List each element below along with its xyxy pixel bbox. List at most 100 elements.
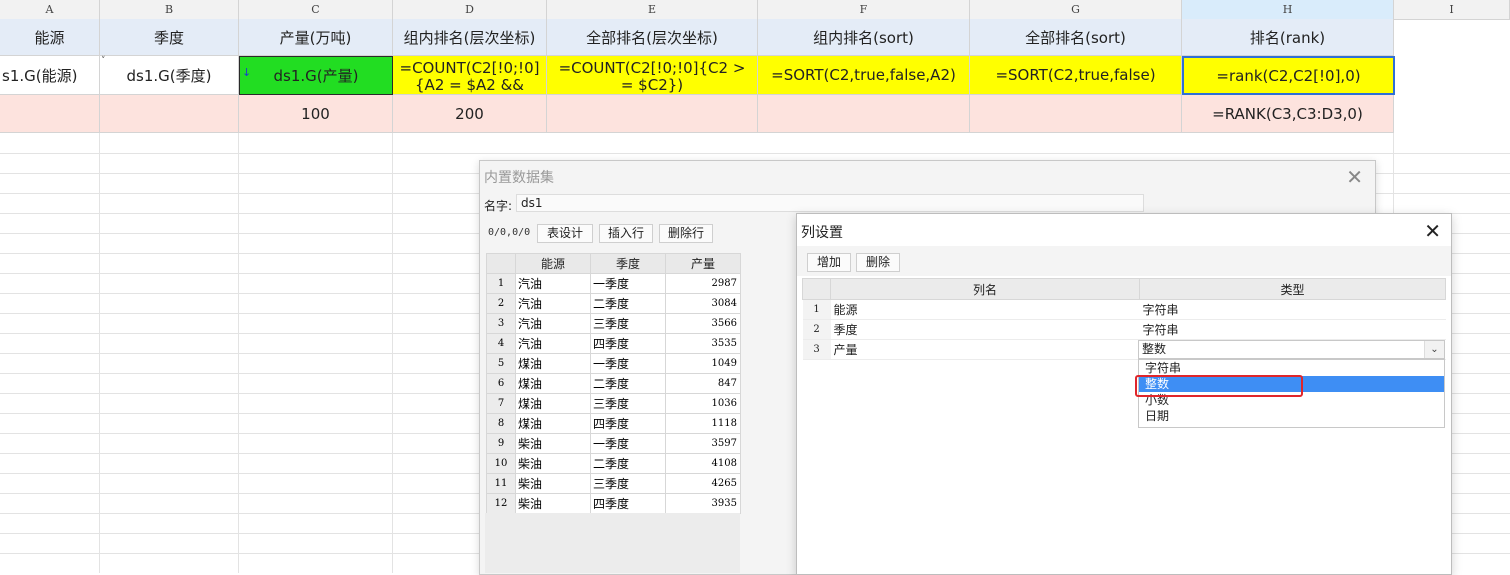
table-cell[interactable]: 三季度	[590, 393, 666, 414]
cell-h3[interactable]: =RANK(C3,C3:D3,0)	[1182, 95, 1394, 133]
table-cell[interactable]: 四季度	[590, 493, 666, 514]
column-header-g[interactable]: G	[970, 0, 1182, 19]
column-type-cell[interactable]: 字符串	[1139, 299, 1446, 320]
table-cell[interactable]: 汽油	[515, 313, 591, 334]
table-cell[interactable]: 一季度	[590, 433, 666, 454]
table-cell[interactable]: 四季度	[590, 333, 666, 354]
table-cell[interactable]: 柴油	[515, 433, 591, 454]
table-cell[interactable]: 4108	[665, 453, 741, 474]
cell-e1[interactable]: 全部排名(层次坐标)	[547, 19, 758, 56]
table-cell[interactable]: 柴油	[515, 493, 591, 514]
table-cell[interactable]: 煤油	[515, 353, 591, 374]
table-row[interactable]: 8 煤油 四季度 1118	[486, 413, 741, 434]
cell-h1[interactable]: 排名(rank)	[1182, 19, 1394, 56]
dropdown-option-string[interactable]: 字符串	[1139, 360, 1444, 376]
table-cell[interactable]: 柴油	[515, 473, 591, 494]
table-row[interactable]: 5 煤油 一季度 1049	[486, 353, 741, 374]
table-row[interactable]: 1 汽油 一季度 2987	[486, 273, 741, 294]
table-cell[interactable]: 汽油	[515, 333, 591, 354]
cell-f1[interactable]: 组内排名(sort)	[758, 19, 970, 56]
table-header[interactable]: 产量	[665, 253, 741, 274]
table-cell[interactable]: 3935	[665, 493, 741, 514]
table-cell[interactable]: 4265	[665, 473, 741, 494]
table-header[interactable]: 能源	[515, 253, 591, 274]
cell-f2[interactable]: =SORT(C2,true,false,A2)	[758, 56, 970, 95]
table-cell[interactable]: 汽油	[515, 273, 591, 294]
table-cell[interactable]: 二季度	[590, 373, 666, 394]
table-row[interactable]: 11 柴油 三季度 4265	[486, 473, 741, 494]
table-cell[interactable]: 煤油	[515, 413, 591, 434]
dropdown-option-decimal[interactable]: 小数	[1139, 392, 1444, 408]
column-name-cell[interactable]: 能源	[830, 299, 1140, 320]
cell-d1[interactable]: 组内排名(层次坐标)	[393, 19, 547, 56]
table-row[interactable]: 7 煤油 三季度 1036	[486, 393, 741, 414]
column-name-cell[interactable]: 季度	[830, 319, 1140, 340]
table-cell[interactable]: 1036	[665, 393, 741, 414]
table-cell[interactable]: 柴油	[515, 453, 591, 474]
table-cell[interactable]: 1118	[665, 413, 741, 434]
cell-b2[interactable]: ds1.G(季度)	[100, 56, 239, 95]
table-row[interactable]: 2 季度 字符串	[802, 319, 1446, 340]
column-header-h[interactable]: H	[1182, 0, 1394, 19]
table-row[interactable]: 3 汽油 三季度 3566	[486, 313, 741, 334]
table-row[interactable]: 12 柴油 四季度 3935	[486, 493, 741, 514]
table-cell[interactable]: 3597	[665, 433, 741, 454]
table-cell[interactable]: 847	[665, 373, 741, 394]
table-cell[interactable]: 一季度	[590, 353, 666, 374]
table-cell[interactable]: 二季度	[590, 453, 666, 474]
table-cell[interactable]: 三季度	[590, 473, 666, 494]
table-design-button[interactable]: 表设计	[537, 224, 593, 243]
table-cell[interactable]: 四季度	[590, 413, 666, 434]
insert-row-button[interactable]: 插入行	[599, 224, 653, 243]
name-input[interactable]: ds1	[516, 194, 1144, 212]
cell-g1[interactable]: 全部排名(sort)	[970, 19, 1182, 56]
cell-b1[interactable]: 季度	[100, 19, 239, 56]
column-name-cell[interactable]: 产量	[830, 339, 1140, 360]
cell-d3[interactable]: 200	[393, 95, 547, 133]
column-header-d[interactable]: D	[393, 0, 547, 19]
cell-e3[interactable]	[547, 95, 758, 133]
table-row[interactable]: 4 汽油 四季度 3535	[486, 333, 741, 354]
table-cell[interactable]: 煤油	[515, 373, 591, 394]
chevron-down-icon[interactable]: ⌄	[1424, 341, 1444, 358]
table-row[interactable]: 1 能源 字符串	[802, 299, 1446, 320]
table-row[interactable]: 6 煤油 二季度 847	[486, 373, 741, 394]
table-row[interactable]: 10 柴油 二季度 4108	[486, 453, 741, 474]
table-cell[interactable]: 汽油	[515, 293, 591, 314]
column-header-b[interactable]: B	[100, 0, 239, 19]
delete-column-button[interactable]: 删除	[856, 253, 900, 272]
close-icon[interactable]: ✕	[1424, 219, 1441, 243]
cell-h2-selected[interactable]: =rank(C2,C2[!0],0)	[1182, 56, 1395, 95]
cell-b3[interactable]	[100, 95, 239, 133]
table-row[interactable]: 9 柴油 一季度 3597	[486, 433, 741, 454]
cell-d2[interactable]: =COUNT(C2[!0;!0]{A2 = $A2 &&	[393, 56, 547, 95]
cell-f3[interactable]	[758, 95, 970, 133]
table-cell[interactable]: 1049	[665, 353, 741, 374]
column-header-i[interactable]: I	[1394, 0, 1510, 19]
column-header-e[interactable]: E	[547, 0, 758, 19]
column-type-cell[interactable]: 字符串	[1139, 319, 1446, 340]
cell-c3[interactable]: 100	[239, 95, 393, 133]
column-header-a[interactable]: A	[0, 0, 100, 19]
table-cell[interactable]: 2987	[665, 273, 741, 294]
table-cell[interactable]: 三季度	[590, 313, 666, 334]
cell-g3[interactable]	[970, 95, 1182, 133]
table-cell[interactable]: 煤油	[515, 393, 591, 414]
cell-g2[interactable]: =SORT(C2,true,false)	[970, 56, 1182, 95]
table-header[interactable]: 类型	[1139, 278, 1446, 300]
table-cell[interactable]: 3566	[665, 313, 741, 334]
table-cell[interactable]: 3084	[665, 293, 741, 314]
cell-e2[interactable]: =COUNT(C2[!0;!0]{C2 >= $C2})	[547, 56, 758, 95]
table-header[interactable]: 季度	[590, 253, 666, 274]
table-row[interactable]: 2 汽油 二季度 3084	[486, 293, 741, 314]
cell-a1[interactable]: 能源	[0, 19, 100, 56]
cell-a3[interactable]	[0, 95, 100, 133]
close-icon[interactable]: ✕	[1346, 165, 1363, 189]
table-cell[interactable]: 一季度	[590, 273, 666, 294]
table-cell[interactable]: 3535	[665, 333, 741, 354]
cell-c1[interactable]: 产量(万吨)	[239, 19, 393, 56]
table-cell[interactable]: 二季度	[590, 293, 666, 314]
type-select[interactable]: 整数 ⌄	[1138, 340, 1445, 359]
dropdown-option-integer[interactable]: 整数	[1139, 376, 1444, 392]
column-header-f[interactable]: F	[758, 0, 970, 19]
